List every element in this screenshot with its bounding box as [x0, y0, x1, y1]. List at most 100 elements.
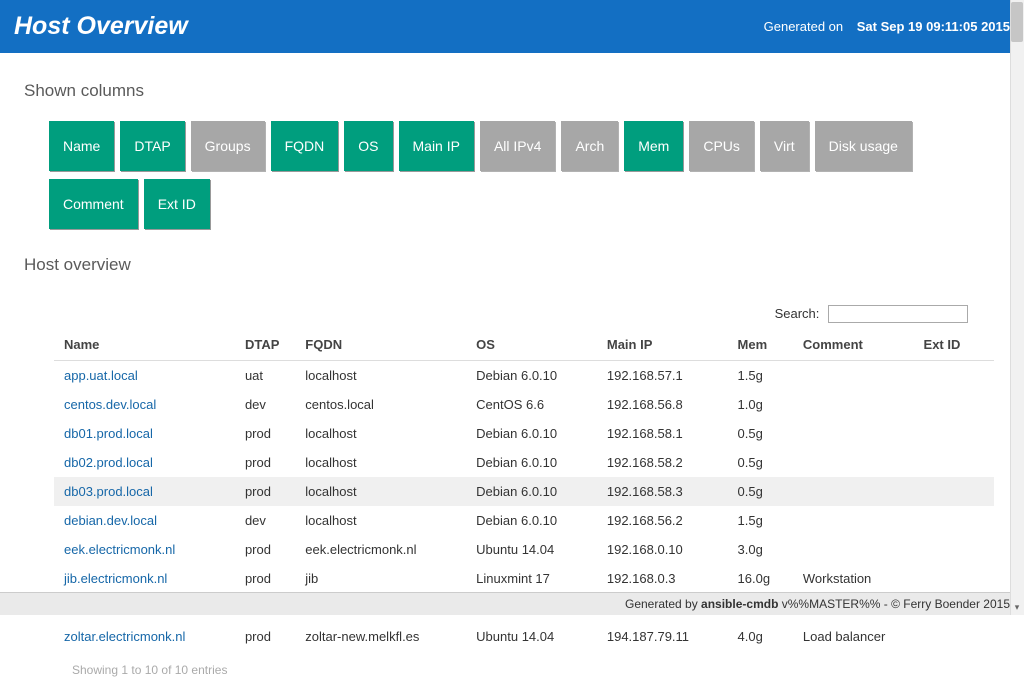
table-row: app.uat.localuatlocalhostDebian 6.0.1019… — [54, 361, 994, 391]
cell-ext — [914, 477, 994, 506]
scrollbar-down-arrow[interactable]: ▾ — [1011, 601, 1023, 613]
column-chip-main-ip[interactable]: Main IP — [399, 121, 474, 171]
col-header-name[interactable]: Name — [54, 329, 235, 361]
footer-app: ansible-cmdb — [701, 597, 778, 611]
cell-fqdn: localhost — [295, 477, 466, 506]
cell-ip: 192.168.0.3 — [597, 564, 728, 593]
col-header-dtap[interactable]: DTAP — [235, 329, 295, 361]
host-overview-heading: Host overview — [24, 255, 1000, 275]
cell-os: Linuxmint 17 — [466, 564, 597, 593]
footer-prefix: Generated by — [625, 597, 701, 611]
column-chip-mem[interactable]: Mem — [624, 121, 683, 171]
column-chip-all-ipv4[interactable]: All IPv4 — [480, 121, 555, 171]
cell-mem: 0.5g — [728, 477, 793, 506]
table-row: debian.dev.localdevlocalhostDebian 6.0.1… — [54, 506, 994, 535]
cell-ip: 192.168.56.8 — [597, 390, 728, 419]
cell-ext — [914, 535, 994, 564]
cell-ext — [914, 448, 994, 477]
column-chips: NameDTAPGroupsFQDNOSMain IPAll IPv4ArchM… — [49, 121, 1000, 237]
shown-columns-heading: Shown columns — [24, 81, 1000, 101]
page-header: Host Overview Generated on Sat Sep 19 09… — [0, 0, 1024, 53]
cell-ext — [914, 564, 994, 593]
cell-name[interactable]: debian.dev.local — [54, 506, 235, 535]
cell-name[interactable]: zoltar.electricmonk.nl — [54, 622, 235, 651]
table-row: zoltar.electricmonk.nlprodzoltar-new.mel… — [54, 622, 994, 651]
footer-version: v%%MASTER%% - © Ferry Boender 2015 — [778, 597, 1010, 611]
cell-ext — [914, 622, 994, 651]
col-header-mem[interactable]: Mem — [728, 329, 793, 361]
column-chip-os[interactable]: OS — [344, 121, 392, 171]
table-row: centos.dev.localdevcentos.localCentOS 6.… — [54, 390, 994, 419]
table-row: jib.electricmonk.nlprodjibLinuxmint 1719… — [54, 564, 994, 593]
cell-comment: Load balancer — [793, 622, 914, 651]
cell-name[interactable]: jib.electricmonk.nl — [54, 564, 235, 593]
cell-ip: 192.168.56.2 — [597, 506, 728, 535]
cell-os: Debian 6.0.10 — [466, 506, 597, 535]
search-row: Search: — [24, 295, 1000, 329]
cell-mem: 0.5g — [728, 448, 793, 477]
table-row: db02.prod.localprodlocalhostDebian 6.0.1… — [54, 448, 994, 477]
cell-ext — [914, 506, 994, 535]
cell-name[interactable]: db01.prod.local — [54, 419, 235, 448]
cell-os: Debian 6.0.10 — [466, 448, 597, 477]
cell-fqdn: eek.electricmonk.nl — [295, 535, 466, 564]
column-chip-cpus[interactable]: CPUs — [689, 121, 754, 171]
cell-os: Debian 6.0.10 — [466, 361, 597, 391]
col-header-os[interactable]: OS — [466, 329, 597, 361]
vertical-scrollbar[interactable]: ▾ — [1010, 0, 1024, 615]
cell-name[interactable]: app.uat.local — [54, 361, 235, 391]
generated-timestamp: Sat Sep 19 09:11:05 2015 — [857, 19, 1010, 34]
column-chip-fqdn[interactable]: FQDN — [271, 121, 339, 171]
cell-mem: 16.0g — [728, 564, 793, 593]
cell-comment — [793, 477, 914, 506]
cell-ip: 192.168.58.2 — [597, 448, 728, 477]
cell-dtap: prod — [235, 419, 295, 448]
column-chip-arch[interactable]: Arch — [561, 121, 618, 171]
column-chip-ext-id[interactable]: Ext ID — [144, 179, 210, 229]
cell-comment — [793, 535, 914, 564]
scrollbar-thumb[interactable] — [1011, 2, 1023, 42]
column-chip-name[interactable]: Name — [49, 121, 114, 171]
cell-os: Ubuntu 14.04 — [466, 622, 597, 651]
col-header-fqdn[interactable]: FQDN — [295, 329, 466, 361]
cell-os: Debian 6.0.10 — [466, 419, 597, 448]
cell-ip: 192.168.0.10 — [597, 535, 728, 564]
column-chip-comment[interactable]: Comment — [49, 179, 138, 229]
cell-mem: 4.0g — [728, 622, 793, 651]
cell-fqdn: localhost — [295, 361, 466, 391]
cell-ext — [914, 419, 994, 448]
cell-name[interactable]: eek.electricmonk.nl — [54, 535, 235, 564]
table-row: db03.prod.localprodlocalhostDebian 6.0.1… — [54, 477, 994, 506]
cell-comment — [793, 361, 914, 391]
cell-name[interactable]: db03.prod.local — [54, 477, 235, 506]
cell-ip: 192.168.58.1 — [597, 419, 728, 448]
column-chip-virt[interactable]: Virt — [760, 121, 809, 171]
search-label: Search: — [775, 306, 820, 321]
col-header-comment[interactable]: Comment — [793, 329, 914, 361]
cell-dtap: prod — [235, 535, 295, 564]
cell-os: Ubuntu 14.04 — [466, 535, 597, 564]
column-chip-dtap[interactable]: DTAP — [120, 121, 184, 171]
cell-ip: 192.168.58.3 — [597, 477, 728, 506]
col-header-ext-id[interactable]: Ext ID — [914, 329, 994, 361]
col-header-main-ip[interactable]: Main IP — [597, 329, 728, 361]
search-input[interactable] — [828, 305, 968, 323]
cell-comment — [793, 390, 914, 419]
table-row: eek.electricmonk.nlprodeek.electricmonk.… — [54, 535, 994, 564]
cell-ip: 192.168.57.1 — [597, 361, 728, 391]
page-title: Host Overview — [14, 12, 188, 41]
cell-name[interactable]: centos.dev.local — [54, 390, 235, 419]
column-chip-groups[interactable]: Groups — [191, 121, 265, 171]
cell-comment — [793, 448, 914, 477]
column-chip-disk-usage[interactable]: Disk usage — [815, 121, 912, 171]
cell-mem: 1.5g — [728, 361, 793, 391]
cell-ip: 194.187.79.11 — [597, 622, 728, 651]
cell-mem: 1.5g — [728, 506, 793, 535]
cell-fqdn: zoltar-new.melkfl.es — [295, 622, 466, 651]
cell-comment — [793, 419, 914, 448]
page-footer: Generated by ansible-cmdb v%%MASTER%% - … — [0, 592, 1024, 615]
cell-mem: 0.5g — [728, 419, 793, 448]
generated-label: Generated on — [764, 19, 844, 34]
cell-mem: 1.0g — [728, 390, 793, 419]
cell-name[interactable]: db02.prod.local — [54, 448, 235, 477]
